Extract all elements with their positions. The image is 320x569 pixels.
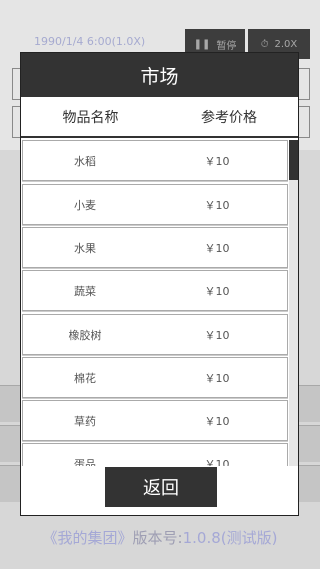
list-item[interactable]: 小麦 ￥10 <box>22 184 288 225</box>
item-price: ￥10 <box>204 414 230 428</box>
table-header: 物品名称 参考价格 <box>21 97 298 138</box>
list-item[interactable]: 橡胶树 ￥10 <box>22 314 288 355</box>
item-name: 蔬菜 <box>74 284 96 298</box>
item-name: 水稻 <box>74 154 96 168</box>
item-name: 橡胶树 <box>68 328 102 342</box>
item-name: 棉花 <box>74 371 96 385</box>
dialog-title: 市场 <box>21 53 298 97</box>
item-price: ￥10 <box>204 198 230 212</box>
list-item[interactable]: 草药 ￥10 <box>22 400 288 441</box>
item-name: 水果 <box>74 241 96 255</box>
item-list[interactable]: 水稻 ￥10 小麦 ￥10 水果 ￥10 蔬菜 ￥10 橡胶树 ￥10 棉花 ￥… <box>21 140 298 515</box>
list-item[interactable]: 水稻 ￥10 <box>22 140 288 181</box>
market-dialog: 市场 物品名称 参考价格 水稻 ￥10 小麦 ￥10 水果 ￥10 蔬菜 ￥10… <box>20 52 299 516</box>
item-price: ￥10 <box>204 371 230 385</box>
item-name: 草药 <box>74 414 96 428</box>
list-item[interactable]: 蔬菜 ￥10 <box>22 270 288 311</box>
list-item[interactable]: 水果 ￥10 <box>22 227 288 268</box>
item-name: 小麦 <box>74 198 96 212</box>
scrollbar-thumb[interactable] <box>289 140 298 180</box>
column-header-price: 参考价格 <box>201 109 257 126</box>
scrollbar[interactable] <box>289 140 298 466</box>
item-price: ￥10 <box>204 241 230 255</box>
back-button[interactable]: 返回 <box>105 467 217 507</box>
column-header-name: 物品名称 <box>62 109 119 126</box>
list-item[interactable]: 棉花 ￥10 <box>22 357 288 398</box>
item-price: ￥10 <box>204 284 230 298</box>
item-price: ￥10 <box>204 154 230 168</box>
item-price: ￥10 <box>204 328 230 342</box>
